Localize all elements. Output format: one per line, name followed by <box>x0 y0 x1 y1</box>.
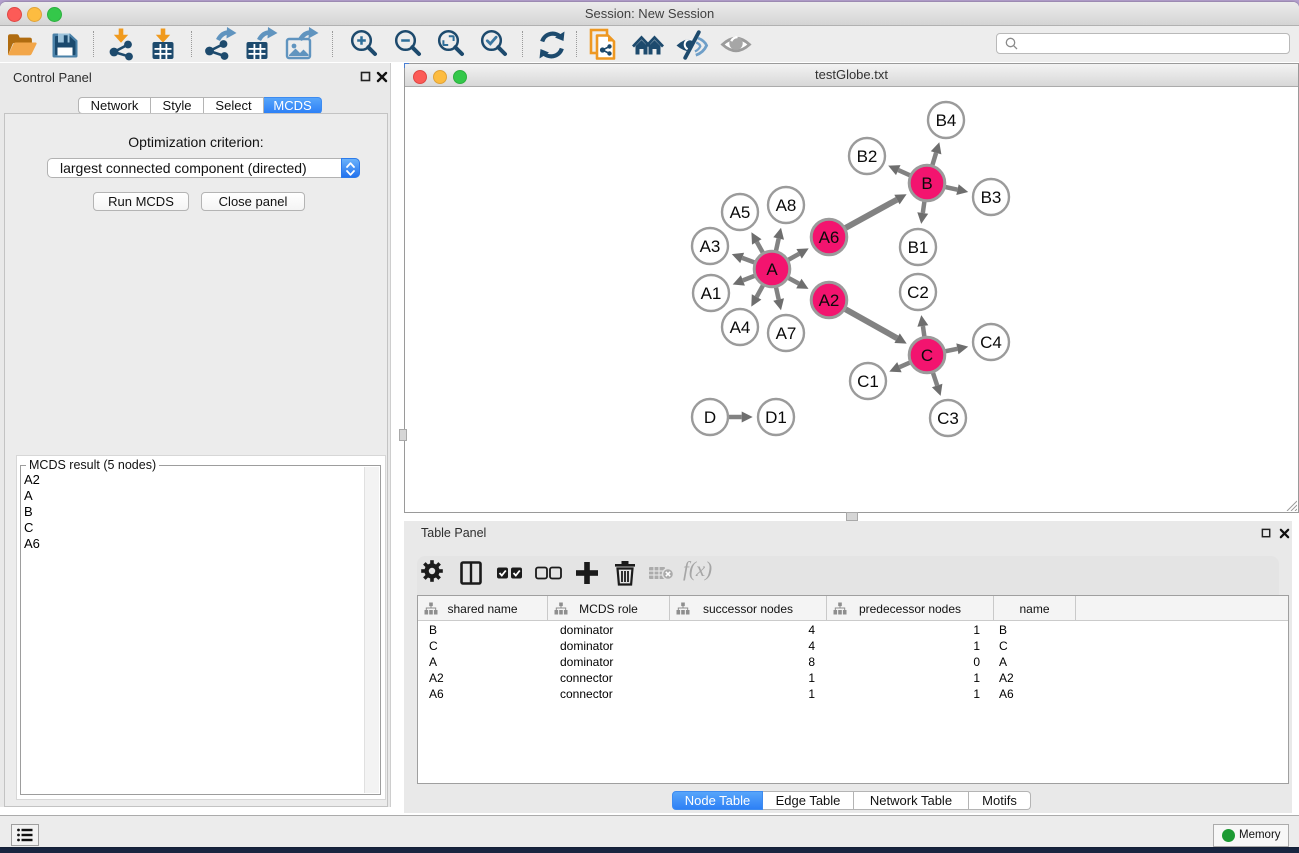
svg-text:A3: A3 <box>700 237 721 256</box>
svg-text:C: C <box>921 346 933 365</box>
svg-text:A7: A7 <box>776 324 797 343</box>
svg-text:A6: A6 <box>819 228 840 247</box>
svg-text:B: B <box>921 174 932 193</box>
svg-text:C2: C2 <box>907 283 929 302</box>
svg-text:A1: A1 <box>701 284 722 303</box>
svg-text:B4: B4 <box>936 111 957 130</box>
svg-text:A8: A8 <box>776 196 797 215</box>
svg-text:A4: A4 <box>730 318 751 337</box>
svg-text:C4: C4 <box>980 333 1002 352</box>
svg-text:D: D <box>704 408 716 427</box>
svg-text:A5: A5 <box>730 203 751 222</box>
svg-text:B1: B1 <box>908 238 929 257</box>
svg-text:C1: C1 <box>857 372 879 391</box>
svg-text:A: A <box>766 260 778 279</box>
svg-text:B2: B2 <box>857 147 878 166</box>
svg-text:B3: B3 <box>981 188 1002 207</box>
svg-text:C3: C3 <box>937 409 959 428</box>
svg-text:D1: D1 <box>765 408 787 427</box>
svg-text:A2: A2 <box>819 291 840 310</box>
